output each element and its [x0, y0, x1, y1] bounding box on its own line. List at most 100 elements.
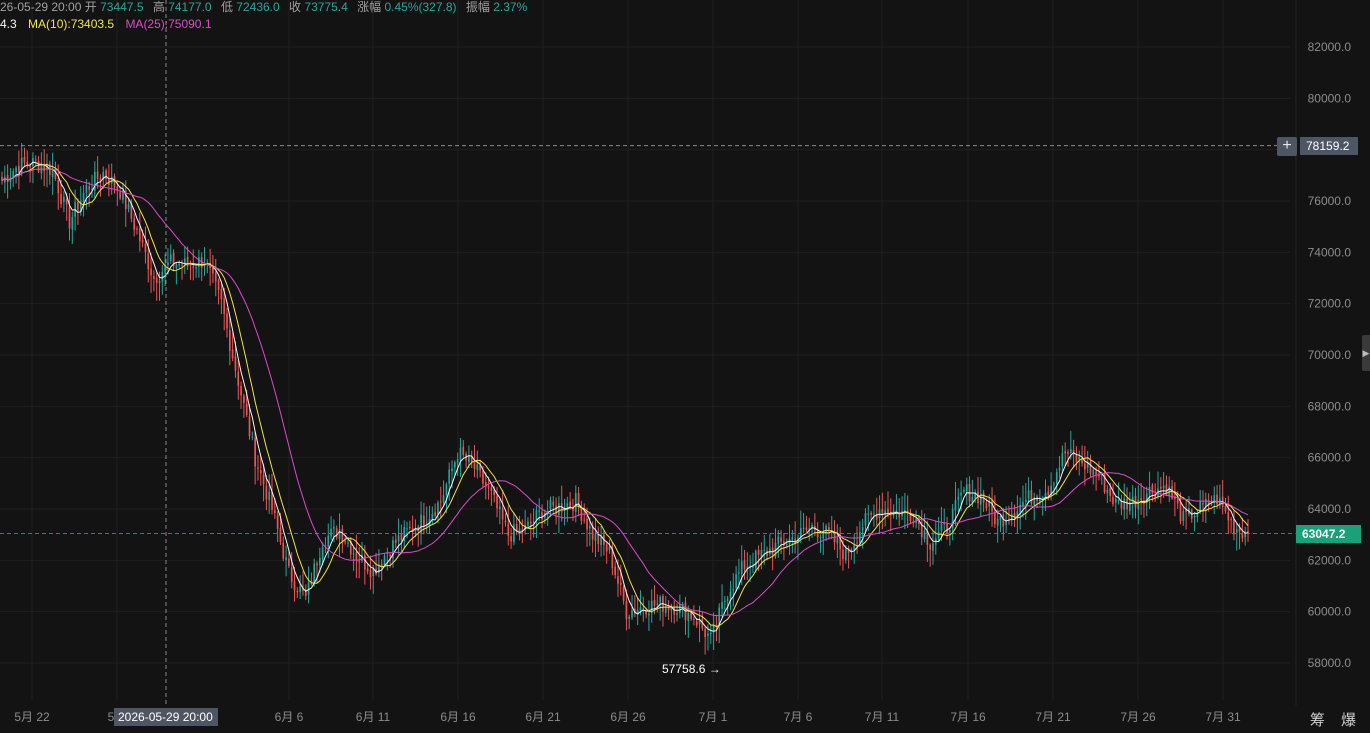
candle-body — [231, 349, 234, 359]
candle-body — [6, 174, 9, 183]
candle-body — [1114, 498, 1117, 503]
candle-body — [704, 628, 707, 638]
candle-body — [510, 536, 512, 542]
candle-body — [1202, 503, 1204, 505]
candle-body — [963, 489, 965, 493]
candle-body — [1109, 488, 1112, 496]
high-value: 74177.0 — [168, 0, 212, 14]
candle-body — [273, 510, 276, 514]
candle-body — [498, 506, 501, 509]
candle-body — [594, 533, 597, 542]
candle-body — [532, 521, 535, 523]
candle-body — [99, 178, 102, 181]
candle-body — [265, 485, 268, 500]
price-tick-label: 68000.0 — [1308, 399, 1352, 413]
candle-body — [60, 193, 62, 204]
candle-body — [985, 502, 988, 509]
candle-body — [389, 554, 391, 557]
crosshair-overlays — [0, 0, 1297, 705]
candle-body — [220, 288, 223, 300]
candle-body — [279, 528, 282, 542]
add-alert-plus-button[interactable]: + — [1277, 137, 1297, 156]
bottom-tool-buttons[interactable]: 筹 爆 — [1310, 709, 1362, 730]
candle-body — [82, 192, 85, 202]
low-value: 72436.0 — [236, 0, 280, 14]
candle-body — [423, 515, 425, 527]
candle-body — [1030, 489, 1033, 504]
candle-body — [867, 513, 870, 515]
candle-body — [259, 470, 262, 474]
candle-body — [251, 436, 254, 438]
candle-body — [965, 484, 968, 492]
collapse-panel-handle[interactable]: ▶ — [1362, 335, 1370, 371]
price-tick-label: 76000.0 — [1308, 194, 1352, 208]
candle-body — [65, 198, 68, 205]
candle-body — [234, 356, 237, 371]
candle-body — [1092, 469, 1095, 476]
candle-body — [451, 468, 453, 472]
change-value: 0.45%(327.8) — [384, 0, 457, 14]
candle-body — [1148, 486, 1151, 495]
candle-body — [754, 551, 757, 569]
candle-body — [71, 216, 74, 230]
candle-body — [243, 395, 245, 403]
candle-body — [695, 621, 698, 626]
candle-body — [445, 484, 448, 496]
candle-body — [558, 503, 560, 515]
time-tick-label: 6月 26 — [610, 710, 646, 724]
candle-body — [875, 515, 878, 520]
candle-body — [600, 536, 602, 546]
candle-body — [442, 495, 445, 503]
close-value: 73775.4 — [304, 0, 348, 14]
crosshair-price-tag: 78159.2 — [1300, 137, 1358, 155]
candle-body — [698, 620, 701, 625]
candle-body — [636, 610, 639, 614]
candle-body — [527, 521, 529, 526]
candle-body — [538, 510, 541, 512]
candle-body — [780, 537, 782, 542]
candle-body — [760, 549, 763, 557]
candle-body — [1058, 467, 1061, 471]
amplitude-value: 2.37% — [493, 0, 528, 14]
candle-body — [119, 192, 121, 199]
time-tick-label: 7月 11 — [865, 710, 900, 724]
open-label: 开 — [84, 0, 97, 14]
candle-body — [949, 529, 951, 533]
candle-body — [288, 558, 290, 567]
candle-body — [490, 487, 493, 492]
candlestick-chart[interactable]: 82000.080000.078000.076000.074000.072000… — [0, 0, 1370, 733]
candle-body — [380, 563, 383, 567]
time-tick-label: 6月 16 — [440, 710, 476, 724]
candle-body — [434, 512, 436, 516]
candle-body — [861, 527, 864, 531]
candle-body — [34, 159, 37, 161]
candle-body — [341, 529, 344, 542]
candle-body — [648, 613, 650, 616]
candle-body — [96, 171, 99, 179]
candle-body — [653, 600, 656, 606]
candle-body — [1024, 499, 1027, 503]
candle-body — [1179, 501, 1182, 522]
candle-body — [110, 176, 113, 184]
time-tick-label: 6月 21 — [525, 710, 561, 724]
candle-body — [37, 161, 40, 172]
candle-body — [496, 495, 498, 509]
candle-body — [583, 519, 586, 521]
candle-body — [873, 513, 875, 515]
candle-body — [321, 547, 324, 560]
price-tick-label: 80000.0 — [1308, 91, 1352, 105]
candle-body — [1193, 515, 1196, 518]
candle-body — [262, 474, 265, 485]
candle-body — [676, 613, 678, 615]
candles — [1, 142, 1249, 655]
candle-body — [344, 541, 346, 543]
time-tick-label: 6月 11 — [356, 710, 391, 724]
candle-body — [549, 500, 552, 510]
candle-body — [333, 526, 335, 529]
candle-body — [1061, 452, 1064, 467]
candle-body — [940, 523, 943, 532]
low-marker-label: 57758.6 → — [662, 662, 721, 676]
price-axis[interactable]: 82000.080000.078000.076000.074000.072000… — [1308, 40, 1352, 670]
candle-body — [268, 491, 271, 501]
candle-body — [777, 536, 780, 544]
